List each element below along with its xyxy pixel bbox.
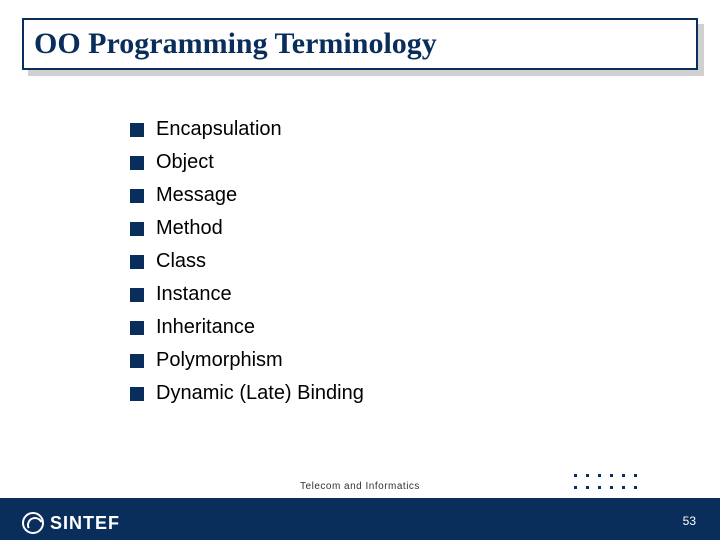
- list-item: Encapsulation: [130, 118, 364, 141]
- list-item: Instance: [130, 283, 364, 306]
- sintef-logo-icon: [22, 512, 44, 534]
- list-item: Dynamic (Late) Binding: [130, 382, 364, 405]
- square-bullet-icon: [130, 387, 144, 401]
- list-item-text: Object: [156, 151, 214, 174]
- list-item-text: Class: [156, 250, 206, 273]
- list-item: Method: [130, 217, 364, 240]
- slide-title-container: OO Programming Terminology: [22, 18, 698, 70]
- bullet-list: Encapsulation Object Message Method Clas…: [130, 118, 364, 415]
- square-bullet-icon: [130, 288, 144, 302]
- title-box: OO Programming Terminology: [22, 18, 698, 70]
- square-bullet-icon: [130, 321, 144, 335]
- list-item: Polymorphism: [130, 349, 364, 372]
- square-bullet-icon: [130, 189, 144, 203]
- square-bullet-icon: [130, 222, 144, 236]
- sintef-logo-text: SINTEF: [50, 513, 120, 534]
- square-bullet-icon: [130, 354, 144, 368]
- square-bullet-icon: [130, 156, 144, 170]
- list-item: Inheritance: [130, 316, 364, 339]
- square-bullet-icon: [130, 255, 144, 269]
- list-item: Class: [130, 250, 364, 273]
- slide-title: OO Programming Terminology: [34, 27, 437, 61]
- page-number: 53: [683, 514, 696, 528]
- list-item-text: Encapsulation: [156, 118, 282, 141]
- list-item-text: Dynamic (Late) Binding: [156, 382, 364, 405]
- dot-grid-icon: [574, 474, 642, 494]
- list-item-text: Instance: [156, 283, 232, 306]
- square-bullet-icon: [130, 123, 144, 137]
- list-item-text: Method: [156, 217, 223, 240]
- list-item-text: Polymorphism: [156, 349, 283, 372]
- sintef-logo: SINTEF: [22, 512, 120, 534]
- list-item: Message: [130, 184, 364, 207]
- list-item-text: Inheritance: [156, 316, 255, 339]
- list-item-text: Message: [156, 184, 237, 207]
- list-item: Object: [130, 151, 364, 174]
